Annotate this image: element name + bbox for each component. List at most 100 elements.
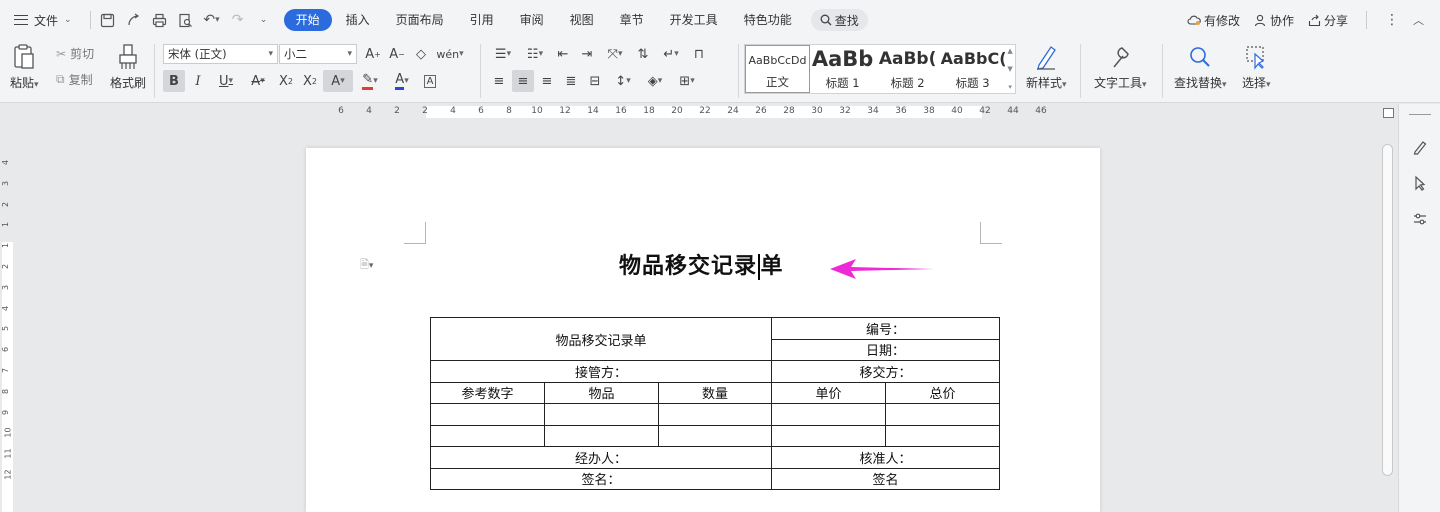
text-effects-icon[interactable]: A ▾ [323,70,353,92]
paragraph-options-icon[interactable]: 🗎▾ [360,256,373,275]
align-left-icon[interactable]: ≡ [488,70,510,92]
shrink-font-icon[interactable]: A − [386,43,408,65]
borders-icon[interactable]: ⊞ ▾ [672,70,702,92]
table-cell[interactable] [430,424,545,447]
table-cell[interactable] [771,403,886,426]
undo-icon[interactable]: ↶ ▾ [199,7,225,33]
document-title[interactable]: 物品移交记录单 [619,248,784,280]
table-cell[interactable] [544,403,659,426]
search-tab[interactable]: 查找 [810,9,868,31]
styles-scroll[interactable]: ▲ ▼ ▾ [1005,45,1015,93]
export-pdf-icon[interactable] [121,7,147,33]
redo-icon[interactable]: ↷ [225,7,251,33]
split-view-icon[interactable] [1383,108,1394,118]
align-center-icon[interactable]: ≡ [512,70,534,92]
collaborate-button[interactable]: 协作 [1254,12,1294,29]
tab-page-layout[interactable]: 页面布局 [384,9,456,31]
tab-insert[interactable]: 插入 [334,9,382,31]
font-color-icon[interactable]: A ▾ [387,70,417,92]
more-options-icon[interactable]: ⋮ [1385,12,1399,28]
tab-view[interactable]: 视图 [558,9,606,31]
table-cell[interactable] [884,403,1001,426]
header-cell-quantity[interactable]: 数量 [658,381,772,404]
file-menu-button[interactable]: 文件 ⌄ [0,0,86,40]
style-heading-1[interactable]: AaBb 标题 1 [810,45,875,93]
header-cell-reference[interactable]: 参考数字 [430,381,545,404]
horizontal-ruler[interactable]: 6 4 2 2 4 6 8 10 12 14 16 18 20 22 24 26 28 30 32 34 36 38 40 4… [0,104,1380,120]
style-normal[interactable]: AaBbCcDd 正文 [745,45,811,93]
distributed-icon[interactable]: ⊟ [584,70,606,92]
chinese-layout-icon[interactable]: ⤧ ▾ [600,43,630,65]
table-cell[interactable] [430,403,545,426]
document-page[interactable]: 🗎▾ 物品移交记录单 物品移交记录单 编号： 日期： 接管方： 移交方： 参考数… [306,148,1100,512]
table-cell[interactable] [658,403,772,426]
select-button[interactable]: 选择▾ [1242,42,1271,91]
clear-format-icon[interactable]: ◇ [410,43,432,65]
header-cell-item[interactable]: 物品 [544,381,659,404]
print-icon[interactable] [147,7,173,33]
print-preview-icon[interactable] [173,7,199,33]
tab-review[interactable]: 审阅 [508,9,556,31]
strikethrough-icon[interactable]: A ▾ [243,70,273,92]
grow-font-icon[interactable]: A + [362,43,384,65]
line-spacing-icon[interactable]: ↕ ▾ [608,70,638,92]
format-painter-button[interactable]: 格式刷 [110,42,146,91]
header-cell-unit-price[interactable]: 单价 [771,381,886,404]
sort-icon[interactable]: ⇅ [632,43,654,65]
save-icon[interactable] [95,7,121,33]
copy-button[interactable]: ⧉ 复制 [56,71,93,88]
vertical-scrollbar[interactable] [1380,104,1398,512]
bold-icon[interactable]: B [163,70,185,92]
number-cell[interactable]: 编号： [770,317,1001,340]
tab-sections[interactable]: 章节 [608,9,656,31]
font-name-select[interactable]: 宋体 (正文) ▾ [163,44,278,64]
style-heading-2[interactable]: AaBb( 标题 2 [875,45,940,93]
tab-references[interactable]: 引用 [458,9,506,31]
scrollbar-thumb[interactable] [1382,144,1393,476]
new-style-button[interactable]: 新样式▾ [1026,42,1067,91]
char-border-icon[interactable]: A [419,70,441,92]
paste-button[interactable]: 粘贴▾ [10,42,39,91]
font-size-select[interactable]: 小二 ▾ [279,44,357,64]
header-cell-total[interactable]: 总价 [884,381,1001,404]
table-cell[interactable] [884,424,1001,447]
highlight-color-icon[interactable]: ✎ ▾ [355,70,385,92]
shading-icon[interactable]: ◈ ▾ [640,70,670,92]
text-tools-button[interactable]: 文字工具▾ [1094,42,1147,91]
date-cell[interactable]: 日期： [770,338,1001,361]
quick-access-dropdown-icon[interactable]: ⌄ [251,7,277,33]
table-cell[interactable] [658,424,772,447]
handler-cell[interactable]: 经办人： [430,446,772,469]
superscript-icon[interactable]: X2 [275,70,297,92]
tab-stops-icon[interactable]: ⊓ [688,43,710,65]
italic-icon[interactable]: I [187,70,209,92]
cursor-select-icon[interactable] [1409,172,1431,194]
table-cell[interactable] [771,424,886,447]
table-cell[interactable] [544,424,659,447]
show-marks-icon[interactable]: ↵ ▾ [656,43,686,65]
cut-button[interactable]: ✂ 剪切 [56,45,94,62]
find-replace-button[interactable]: 查找替换▾ [1174,42,1227,91]
decrease-indent-icon[interactable]: ⇤ [552,43,574,65]
settings-sliders-icon[interactable] [1409,208,1431,230]
approver-cell[interactable]: 核准人： [770,446,1001,469]
increase-indent-icon[interactable]: ⇥ [576,43,598,65]
chevron-down-icon[interactable]: ▼ [1007,65,1012,73]
table-title-cell[interactable]: 物品移交记录单 [430,317,772,361]
collapse-ribbon-icon[interactable]: ︿ [1413,12,1424,28]
share-button[interactable]: 分享 [1308,12,1348,29]
pen-edit-icon[interactable] [1409,136,1431,158]
transferer-cell[interactable]: 移交方： [770,360,1001,383]
tab-home[interactable]: 开始 [283,9,332,31]
signature-left-cell[interactable]: 签名： [430,467,772,490]
expand-icon[interactable]: ▾ [1008,83,1012,91]
tab-developer[interactable]: 开发工具 [658,9,730,31]
modified-status-button[interactable]: 有修改 [1187,12,1240,29]
style-heading-3[interactable]: AaBbC( 标题 3 [940,45,1005,93]
receiver-cell[interactable]: 接管方： [430,360,772,383]
underline-icon[interactable]: U ▾ [211,70,241,92]
numbered-list-icon[interactable]: ☷ ▾ [520,43,550,65]
tab-special-features[interactable]: 特色功能 [732,9,804,31]
chevron-up-icon[interactable]: ▲ [1007,47,1012,55]
signature-right-cell[interactable]: 签名 [770,467,1001,490]
